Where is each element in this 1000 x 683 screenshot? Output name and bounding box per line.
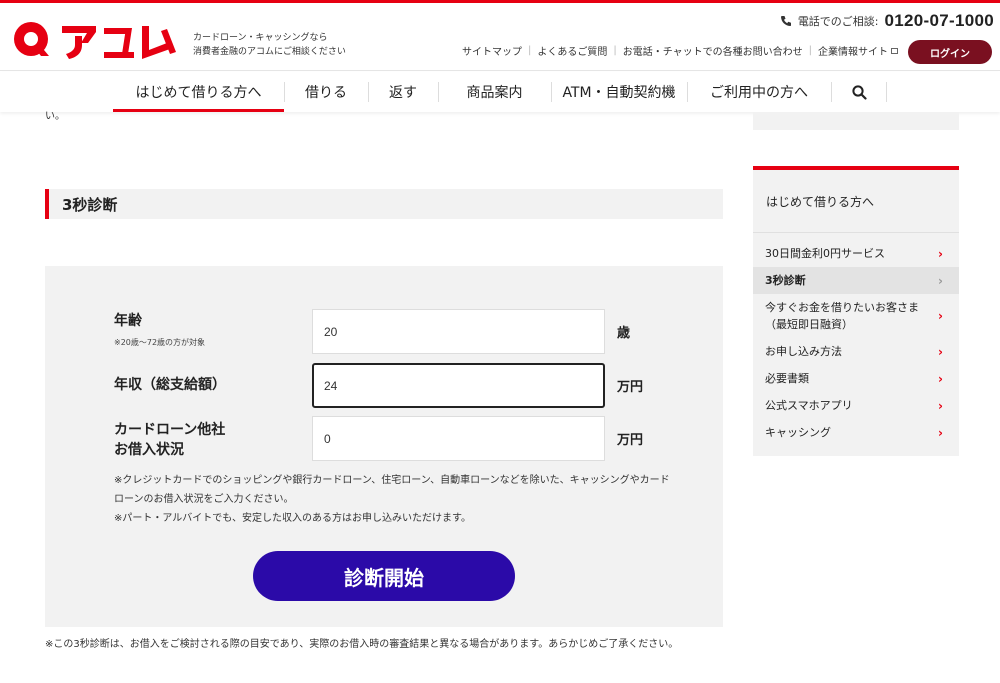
chevron-right-icon: › xyxy=(938,398,943,413)
nav-current-customers[interactable]: ご利用中の方へ xyxy=(687,72,831,112)
diagnosis-form: 年齢 ※20歳〜72歳の方が対象 歳 年収（総支給額） 万円 カードローン他社 … xyxy=(45,266,723,627)
nav-products[interactable]: 商品案内 xyxy=(438,72,551,112)
income-input[interactable] xyxy=(312,363,605,408)
chevron-right-icon: › xyxy=(938,246,943,261)
sidebar-item-label: 今すぐお金を借りたいお客さま（最短即日融資） xyxy=(765,301,919,331)
income-label: 年収（総支給額） xyxy=(114,377,226,393)
age-input[interactable] xyxy=(312,309,605,354)
separator: | xyxy=(808,45,812,56)
nav-repay[interactable]: 返す xyxy=(368,72,438,112)
sidebar-item-app[interactable]: 公式スマホアプリ › xyxy=(753,392,959,419)
form-note-1: ※クレジットカードでのショッピングや銀行カードローン、住宅ローン、自動車ローンな… xyxy=(114,475,670,505)
sidebar-item-how-to-apply[interactable]: お申し込み方法 › xyxy=(753,338,959,365)
sidebar-item-cashing[interactable]: キャッシング › xyxy=(753,419,959,446)
start-diagnosis-button[interactable]: 診断開始 xyxy=(253,551,515,601)
other-loans-label: カードローン他社 お借入状況 xyxy=(114,420,225,460)
faq-link[interactable]: よくあるご質問 xyxy=(537,43,607,58)
phone-contact[interactable]: 電話でのご相談: 0120-07-1000 xyxy=(780,11,994,31)
age-unit: 歳 xyxy=(617,326,631,341)
sidebar-item-label: 3秒診断 xyxy=(765,274,806,287)
disclaimer-text: ※この3秒診断は、お借入をご検討される際の目安であり、実際のお借入時の審査結果と… xyxy=(45,639,679,650)
nav-search[interactable] xyxy=(831,72,887,112)
nav-borrow[interactable]: 借りる xyxy=(284,72,368,112)
sidebar-menu: はじめて借りる方へ 30日間金利0円サービス › 3秒診断 › 今すぐお金を借りたい… xyxy=(753,166,959,456)
form-note-2: ※パート・アルバイトでも、安定した収入のある方はお申し込みいただけます。 xyxy=(114,513,471,524)
sidebar-item-3sec-diagnosis[interactable]: 3秒診断 › xyxy=(753,267,959,294)
chevron-right-icon: › xyxy=(938,309,943,323)
phone-label: 電話でのご相談: xyxy=(797,15,879,28)
nav-first-time[interactable]: はじめて借りる方へ xyxy=(113,72,284,112)
sidebar-item-label: お申し込み方法 xyxy=(765,345,842,358)
sidebar-item-label: 必要書類 xyxy=(765,372,809,385)
divider xyxy=(753,232,959,233)
chevron-right-icon: › xyxy=(938,273,943,288)
phone-number[interactable]: 0120-07-1000 xyxy=(885,11,994,31)
sidebar-top-block xyxy=(753,112,959,130)
age-label: 年齢 xyxy=(114,313,142,329)
other-loans-label-line2: お借入状況 xyxy=(114,442,184,458)
other-loans-label-line1: カードローン他社 xyxy=(114,422,226,438)
site-header: カードローン・キャッシングなら 消費者金融のアコムにご相談ください 電話でのご相… xyxy=(0,3,1000,71)
age-note: ※20歳〜72歳の方が対象 xyxy=(114,338,206,347)
sidebar-item-label: 公式スマホアプリ xyxy=(765,399,853,412)
sidebar-item-interest-free[interactable]: 30日間金利0円サービス › xyxy=(753,240,959,267)
nav-atm[interactable]: ATM・自動契約機 xyxy=(551,72,687,112)
corporate-site-link[interactable]: 企業情報サイト xyxy=(818,43,888,58)
other-loans-unit: 万円 xyxy=(617,433,644,448)
global-nav: はじめて借りる方へ 借りる 返す 商品案内 ATM・自動契約機 ご利用中の方へ xyxy=(0,72,1000,112)
chevron-right-icon: › xyxy=(938,425,943,440)
separator: | xyxy=(527,45,532,56)
tagline-line-1: カードローン・キャッシングなら xyxy=(193,33,328,43)
external-link-icon xyxy=(891,47,898,54)
contact-link[interactable]: お電話・チャットでの各種お問い合わせ xyxy=(623,43,803,58)
sidebar-item-label: 30日間金利0円サービス xyxy=(765,247,885,260)
income-unit: 万円 xyxy=(617,380,644,395)
acom-logo[interactable] xyxy=(12,19,180,63)
form-notes: ※クレジットカードでのショッピングや銀行カードローン、住宅ローン、自動車ローンな… xyxy=(114,471,674,528)
sitemap-link[interactable]: サイトマップ xyxy=(462,43,522,58)
separator: | xyxy=(613,45,617,56)
phone-icon xyxy=(780,16,791,26)
utility-nav: サイトマップ | よくあるご質問 | お電話・チャットでの各種お問い合わせ | … xyxy=(462,43,898,58)
sidebar-heading: はじめて借りる方へ xyxy=(766,195,875,209)
section-title: 3秒診断 xyxy=(45,189,723,219)
cut-off-text: い。 xyxy=(45,111,65,122)
chevron-right-icon: › xyxy=(938,344,943,359)
sidebar-item-label: キャッシング xyxy=(765,426,831,439)
chevron-right-icon: › xyxy=(938,371,943,386)
tagline-line-2: 消費者金融のアコムにご相談ください xyxy=(193,47,346,57)
other-loans-input[interactable] xyxy=(312,416,605,461)
sidebar-item-documents[interactable]: 必要書類 › xyxy=(753,365,959,392)
sidebar-item-same-day-loan[interactable]: 今すぐお金を借りたいお客さま（最短即日融資） › xyxy=(753,294,959,338)
login-button[interactable]: ログイン xyxy=(908,40,992,64)
header-tagline: カードローン・キャッシングなら 消費者金融のアコムにご相談ください xyxy=(193,31,346,59)
search-icon xyxy=(851,84,867,100)
